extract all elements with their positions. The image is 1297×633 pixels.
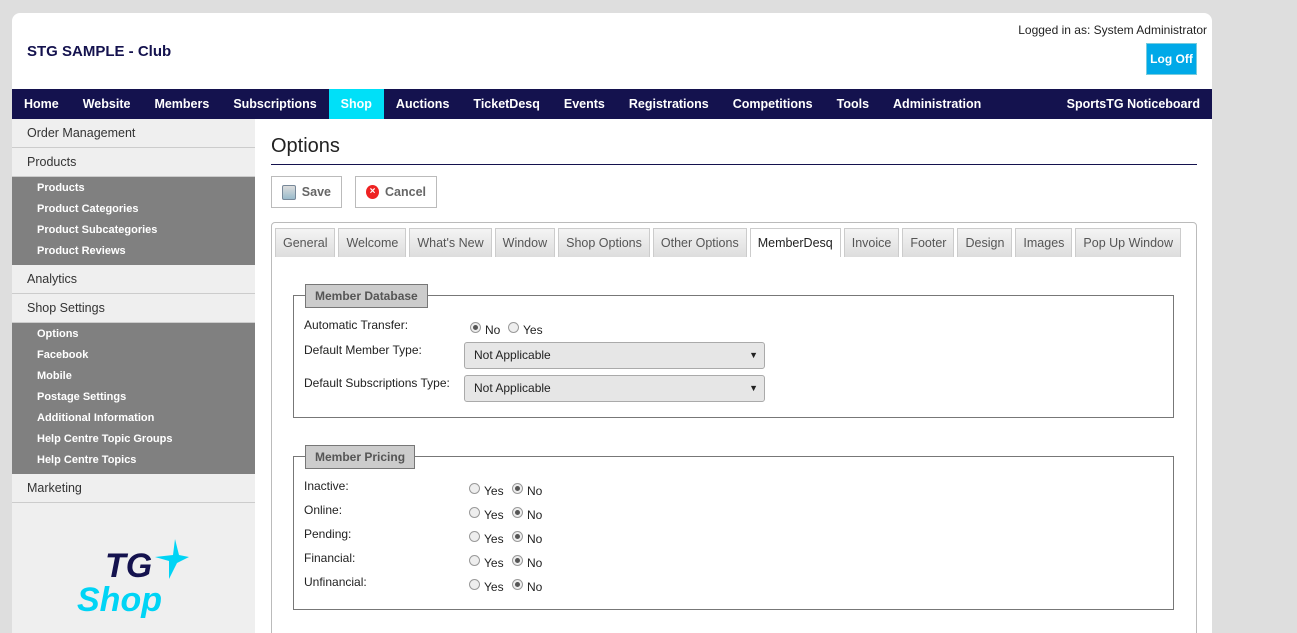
- pricing-no-radio[interactable]: No: [512, 554, 542, 570]
- sidebar-item-additional-info[interactable]: Additional Information: [12, 409, 255, 430]
- pricing-yes-radio[interactable]: Yes: [469, 482, 504, 498]
- pricing-yes-radio[interactable]: Yes: [469, 578, 504, 594]
- member-type-select[interactable]: Not Applicable ▼: [464, 342, 765, 369]
- nav-website[interactable]: Website: [71, 89, 143, 119]
- tab-general[interactable]: General: [275, 228, 336, 257]
- tab-design[interactable]: Design: [957, 228, 1013, 257]
- nav-shop[interactable]: Shop: [328, 89, 384, 119]
- section-legend: Member Pricing: [305, 445, 416, 469]
- pricing-label: Inactive:: [304, 479, 349, 493]
- nav-noticeboard[interactable]: SportsTG Noticeboard: [1055, 89, 1212, 119]
- radio-icon: [512, 578, 523, 590]
- log-off-button[interactable]: Log Off: [1146, 43, 1197, 75]
- member-database-section: Member Database Automatic Transfer: No Y…: [293, 284, 1174, 418]
- nav-registrations[interactable]: Registrations: [617, 89, 721, 119]
- tab-whats-new[interactable]: What's New: [409, 228, 492, 257]
- club-title: STG SAMPLE - Club: [27, 43, 172, 60]
- cancel-button[interactable]: × Cancel: [355, 176, 437, 208]
- sidebar-item-product-reviews[interactable]: Product Reviews: [12, 242, 255, 263]
- page-container: STG SAMPLE - Club Logged in as: System A…: [12, 13, 1212, 633]
- radio-icon: [470, 321, 481, 333]
- sidebar-order-management[interactable]: Order Management: [12, 119, 255, 148]
- tg-shop-logo: TG Shop: [77, 539, 189, 619]
- sidebar-item-mobile[interactable]: Mobile: [12, 367, 255, 388]
- sidebar-marketing[interactable]: Marketing: [12, 474, 255, 503]
- sidebar-item-facebook[interactable]: Facebook: [12, 346, 255, 367]
- auto-transfer-yes[interactable]: Yes: [508, 321, 543, 337]
- tab-window[interactable]: Window: [494, 228, 556, 257]
- nav-members[interactable]: Members: [142, 89, 221, 119]
- radio-icon: [469, 482, 480, 494]
- svg-text:TG: TG: [105, 547, 152, 585]
- field-label: Default Subscriptions Type:: [304, 376, 450, 390]
- dropdown-arrow-icon: ▼: [749, 383, 758, 393]
- radio-icon: [512, 506, 523, 518]
- pricing-yes-radio[interactable]: Yes: [469, 554, 504, 570]
- radio-icon: [512, 554, 523, 566]
- tab-memberdesq[interactable]: MemberDesq: [749, 228, 841, 257]
- subscription-type-select[interactable]: Not Applicable ▼: [464, 375, 765, 402]
- tab-other-options[interactable]: Other Options: [652, 228, 747, 257]
- section-legend: Member Database: [305, 284, 428, 308]
- pricing-label: Financial:: [304, 551, 356, 565]
- svg-text:Shop: Shop: [77, 581, 162, 619]
- tab-popup-window[interactable]: Pop Up Window: [1075, 228, 1182, 257]
- pricing-yes-radio[interactable]: Yes: [469, 506, 504, 522]
- sidebar-item-postage[interactable]: Postage Settings: [12, 388, 255, 409]
- nav-competitions[interactable]: Competitions: [721, 89, 825, 119]
- pricing-no-radio[interactable]: No: [512, 530, 542, 546]
- radio-icon: [508, 321, 519, 333]
- sidebar-item-product-subcategories[interactable]: Product Subcategories: [12, 221, 255, 242]
- logged-in-text: Logged in as: System Administrator: [1018, 23, 1207, 37]
- sidebar-shop-settings[interactable]: Shop Settings: [12, 294, 255, 323]
- pricing-label: Online:: [304, 503, 343, 517]
- tab-footer[interactable]: Footer: [902, 228, 955, 257]
- main-content: Options Save × Cancel General Welcome Wha…: [271, 119, 1197, 633]
- field-label: Automatic Transfer:: [304, 318, 409, 332]
- sidebar-item-help-topic-groups[interactable]: Help Centre Topic Groups: [12, 430, 255, 451]
- nav-subscriptions[interactable]: Subscriptions: [221, 89, 328, 119]
- radio-icon: [512, 530, 523, 542]
- member-pricing-section: Member Pricing Inactive: Yes No Online: Y…: [293, 445, 1174, 610]
- tab-welcome[interactable]: Welcome: [338, 228, 407, 257]
- radio-icon: [469, 506, 480, 518]
- radio-icon: [469, 554, 480, 566]
- sidebar-item-products[interactable]: Products: [12, 179, 255, 200]
- dropdown-arrow-icon: ▼: [749, 350, 758, 360]
- pricing-no-radio[interactable]: No: [512, 506, 542, 522]
- save-button[interactable]: Save: [271, 176, 342, 208]
- pricing-label: Unfinancial:: [304, 575, 367, 589]
- products-submenu: Products Product Categories Product Subc…: [12, 177, 255, 265]
- sidebar-item-product-categories[interactable]: Product Categories: [12, 200, 255, 221]
- pricing-no-radio[interactable]: No: [512, 482, 542, 498]
- tab-images[interactable]: Images: [1015, 228, 1073, 257]
- main-nav: Home Website Members Subscriptions Shop …: [12, 89, 1212, 119]
- radio-icon: [512, 482, 523, 494]
- sidebar-item-help-topics[interactable]: Help Centre Topics: [12, 451, 255, 472]
- pricing-label: Pending:: [304, 527, 352, 541]
- radio-icon: [469, 530, 480, 542]
- nav-administration[interactable]: Administration: [881, 89, 993, 119]
- settings-submenu: Options Facebook Mobile Postage Settings…: [12, 323, 255, 474]
- tab-invoice[interactable]: Invoice: [843, 228, 900, 257]
- sidebar-products[interactable]: Products: [12, 148, 255, 177]
- pricing-no-radio[interactable]: No: [512, 578, 542, 594]
- cancel-icon: ×: [366, 185, 379, 199]
- options-tabs: General Welcome What's New Window Shop O…: [271, 222, 1197, 633]
- radio-icon: [469, 578, 480, 590]
- sidebar-analytics[interactable]: Analytics: [12, 265, 255, 294]
- auto-transfer-no[interactable]: No: [470, 321, 500, 337]
- page-title: Options: [271, 135, 1197, 165]
- save-icon: [282, 184, 296, 200]
- nav-auctions[interactable]: Auctions: [384, 89, 461, 119]
- nav-events[interactable]: Events: [552, 89, 617, 119]
- sidebar-item-options[interactable]: Options: [12, 325, 255, 346]
- sidebar: Order Management Products Products Produ…: [12, 119, 255, 633]
- nav-ticketdesq[interactable]: TicketDesq: [461, 89, 551, 119]
- pricing-yes-radio[interactable]: Yes: [469, 530, 504, 546]
- nav-tools[interactable]: Tools: [825, 89, 881, 119]
- field-label: Default Member Type:: [304, 343, 422, 357]
- tab-shop-options[interactable]: Shop Options: [558, 228, 650, 257]
- nav-home[interactable]: Home: [12, 89, 71, 119]
